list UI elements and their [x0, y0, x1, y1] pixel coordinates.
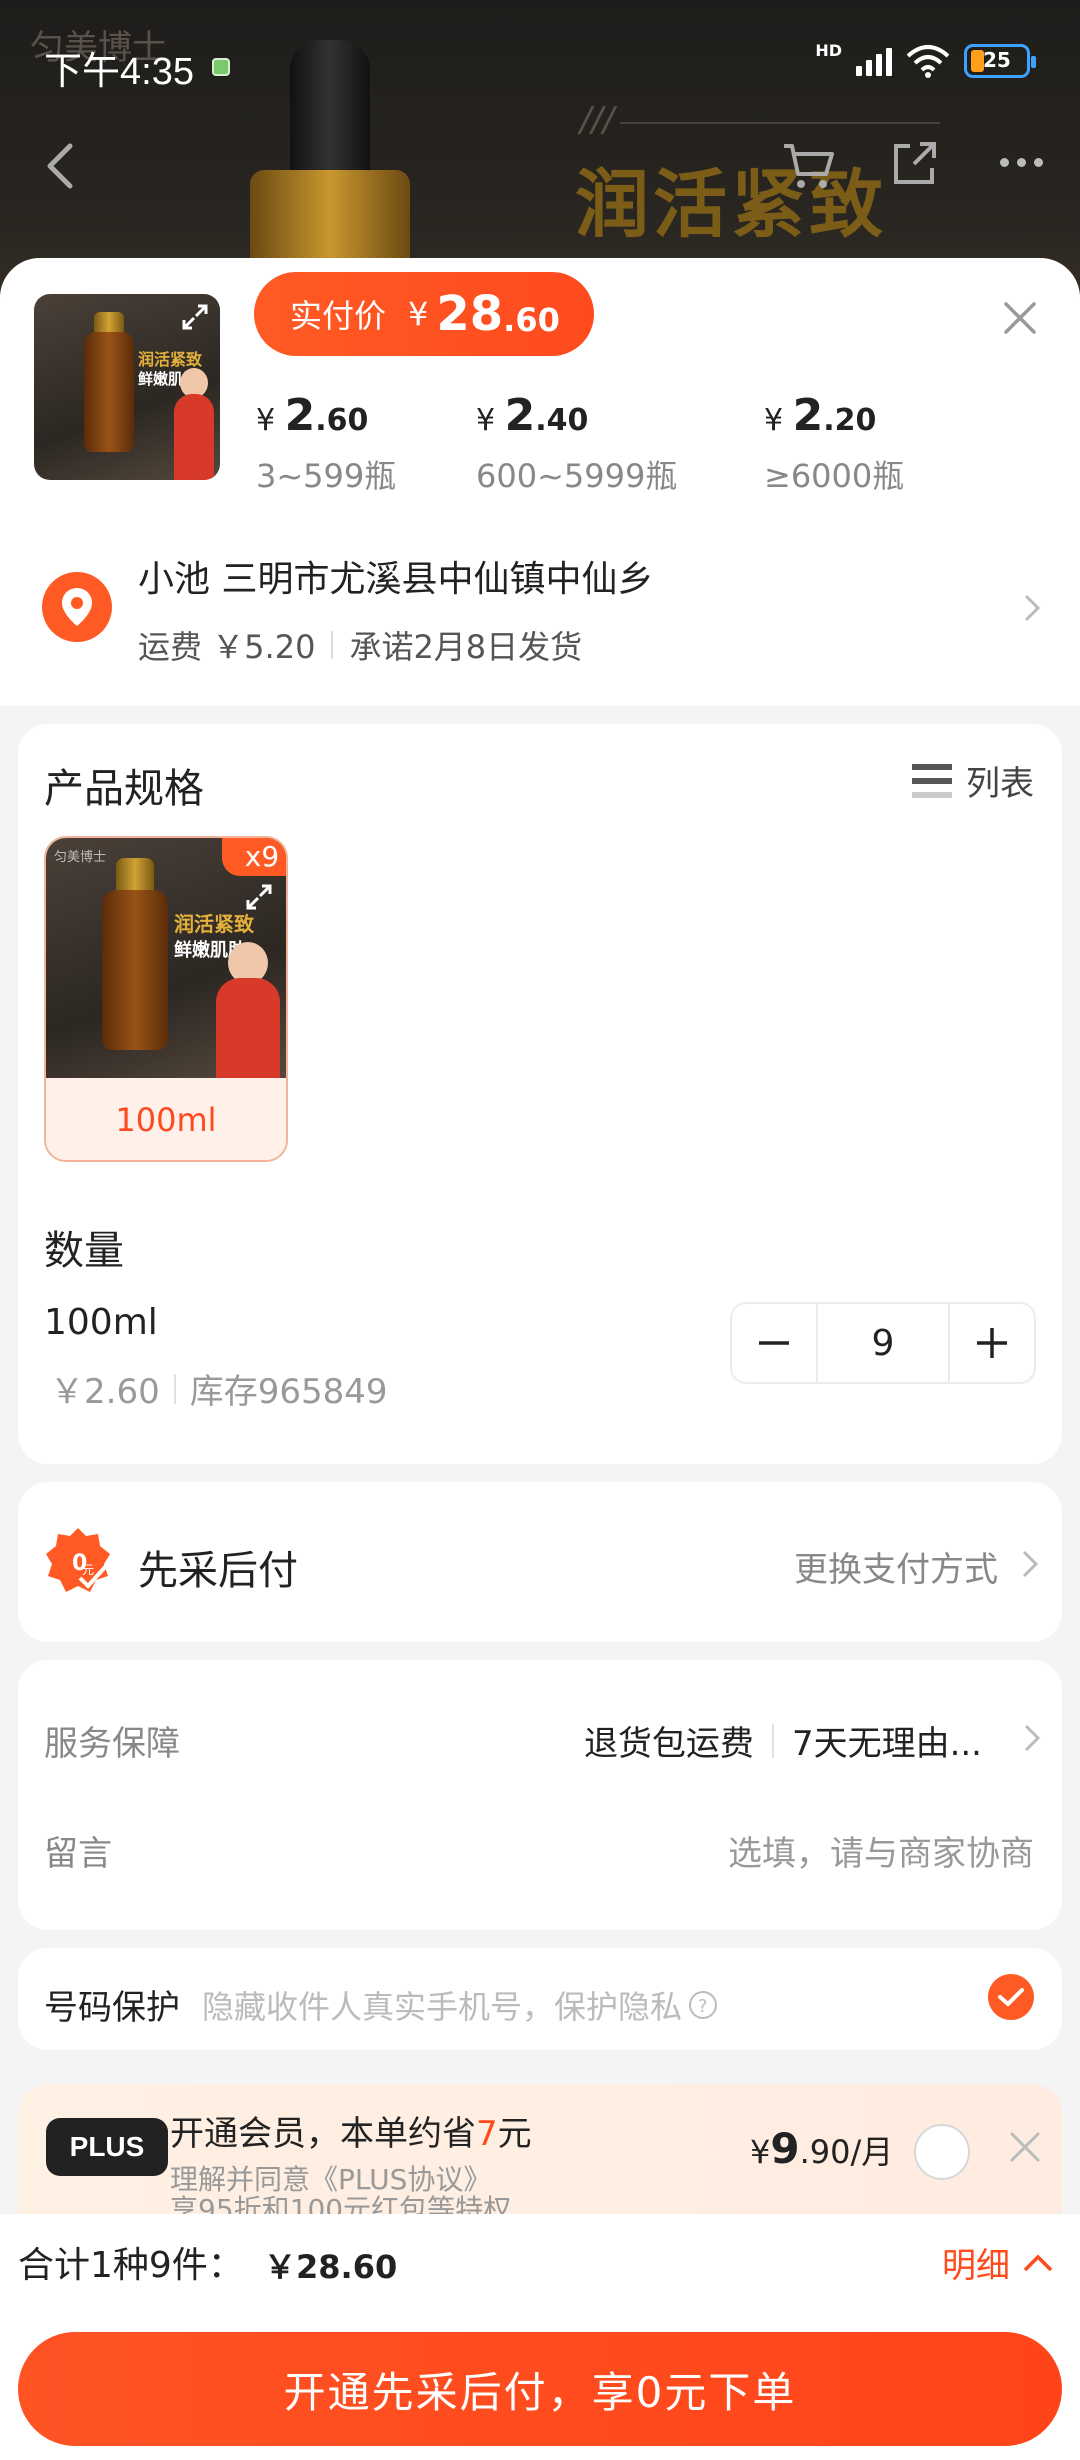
service-card: 服务保障 退货包运费 7天无理由... 留言 选填，请与商家协商 — [18, 1660, 1062, 1930]
privacy-card: 号码保护 隐藏收件人真实手机号，保护隐私 ? — [18, 1948, 1062, 2050]
paid-price-integer: 28 — [436, 286, 504, 342]
decrease-button[interactable] — [732, 1304, 816, 1382]
plus-icon — [977, 1328, 1007, 1358]
plus-select-radio[interactable] — [914, 2124, 970, 2180]
price-tier-range: ≥6000瓶 — [764, 457, 905, 495]
shipping-fee: 运费 ￥5.20 — [138, 628, 316, 666]
privacy-checkbox[interactable] — [988, 1974, 1034, 2020]
price-header: 润活紧致 鲜嫩肌肤 实付价 ¥ 28 .60 ¥ 2.60 3~599瓶 ¥ 2… — [0, 258, 1080, 510]
stock-count: 库存965849 — [189, 1372, 388, 1412]
message-label: 留言 — [44, 1834, 112, 1874]
svg-text:元: 元 — [82, 1563, 94, 1577]
total-label: 合计1种9件： — [18, 2245, 244, 2286]
plus-membership-card: PLUS 开通会员，本单约省7元 理解并同意《PLUS协议》 享95折和100元… — [18, 2084, 1062, 2226]
price-tier: ¥ 2.40 600~5999瓶 — [476, 390, 678, 495]
location-pin-icon — [42, 572, 112, 642]
price-tier-range: 3~599瓶 — [256, 457, 397, 495]
list-view-button[interactable]: 列表 — [912, 756, 1034, 805]
plus-price: ¥9.90/月 — [750, 2124, 894, 2173]
share-icon[interactable] — [888, 138, 940, 190]
status-time: 下午4:35 — [44, 51, 194, 93]
price-detail-label: 明细 — [942, 2246, 1010, 2286]
spec-option-100ml[interactable]: 匀美博士 润活紧致 鲜嫩肌肤 x9 100ml — [44, 836, 288, 1162]
price-tier: ¥ 2.60 3~599瓶 — [256, 390, 397, 495]
question-icon[interactable]: ? — [688, 1990, 718, 2020]
battery-icon: 25 — [964, 44, 1036, 78]
ship-promise: 承诺2月8日发货 — [349, 628, 583, 666]
close-icon[interactable] — [1008, 2130, 1042, 2164]
increase-button[interactable] — [950, 1304, 1034, 1382]
paid-price-decimal: .60 — [503, 301, 560, 339]
wifi-icon — [906, 45, 950, 78]
close-icon[interactable] — [1000, 298, 1040, 338]
svg-text:?: ? — [698, 1996, 708, 2017]
quantity-title: 数量 — [44, 1228, 124, 1274]
privacy-label: 号码保护 — [44, 1988, 180, 2028]
spec-title: 产品规格 — [44, 766, 204, 812]
minus-icon — [759, 1341, 789, 1345]
total-price: ￥28.60 — [264, 2248, 398, 2286]
plus-title: 开通会员，本单约省7元 — [170, 2114, 532, 2154]
address-row[interactable]: 小池 三明市尤溪县中仙镇中仙乡 运费 ￥5.20 承诺2月8日发货 — [0, 510, 1080, 706]
quantity-input[interactable]: 9 — [816, 1304, 950, 1382]
notification-icon — [212, 58, 230, 76]
expand-icon[interactable] — [178, 300, 212, 334]
check-icon — [998, 1988, 1024, 2007]
battery-level: 25 — [983, 48, 1011, 72]
spec-quantity-badge: x9 — [222, 838, 286, 876]
status-bar: 下午4:35 HD 25 — [0, 0, 1080, 130]
list-view-label: 列表 — [966, 764, 1034, 804]
status-icons: HD 25 — [815, 41, 1036, 78]
price-tier: ¥ 2.20 ≥6000瓶 — [764, 390, 905, 495]
order-bottom-sheet: 润活紧致 鲜嫩肌肤 实付价 ¥ 28 .60 ¥ 2.60 3~599瓶 ¥ 2… — [0, 258, 1080, 2460]
submit-order-button[interactable]: 开通先采后付，享0元下单 — [18, 2332, 1062, 2446]
quantity-variant: 100ml — [44, 1302, 158, 1343]
change-payment-link[interactable]: 更换支付方式 — [794, 1542, 998, 1591]
price-detail-toggle[interactable]: 明细 — [942, 2238, 1054, 2287]
hd-icon: HD — [815, 41, 842, 60]
pay-later-title: 先采后付 — [138, 1548, 298, 1594]
privacy-description: 隐藏收件人真实手机号，保护隐私 ? — [202, 1982, 718, 2028]
service-tag: 退货包运费 — [583, 1724, 754, 1764]
quantity-meta: ￥2.60 库存965849 — [50, 1364, 388, 1413]
paid-price-currency: ¥ — [408, 295, 429, 333]
plus-logo: PLUS — [46, 2118, 168, 2176]
paid-price-label: 实付价 — [290, 297, 387, 335]
chevron-up-icon — [1023, 2254, 1053, 2271]
service-tag: 7天无理由... — [791, 1724, 982, 1764]
address-text: 小池 三明市尤溪县中仙镇中仙乡 — [138, 559, 654, 600]
price-tier-range: 600~5999瓶 — [476, 457, 678, 495]
spec-option-label: 100ml — [46, 1078, 286, 1160]
product-thumbnail[interactable]: 润活紧致 鲜嫩肌肤 — [34, 294, 220, 480]
spec-card: 产品规格 列表 匀美博士 润活紧致 鲜嫩肌肤 x9 100ml 数量 100ml… — [18, 724, 1062, 1464]
more-icon[interactable] — [1000, 158, 1043, 167]
chevron-right-icon — [1024, 1724, 1041, 1752]
list-icon — [912, 763, 952, 798]
shipping-info: 运费 ￥5.20 承诺2月8日发货 — [138, 622, 582, 668]
unit-price: ￥2.60 — [50, 1372, 160, 1412]
payment-method-card[interactable]: 0 元 先采后付 更换支付方式 — [18, 1482, 1062, 1642]
pay-later-badge-icon: 0 元 — [46, 1528, 110, 1592]
order-footer: 合计1种9件： ￥28.60 明细 开通先采后付，享0元下单 — [0, 2214, 1080, 2460]
back-arrow-icon[interactable] — [40, 136, 80, 196]
cell-signal-icon — [856, 46, 892, 76]
background-nav-bar — [0, 120, 1080, 210]
message-input[interactable]: 选填，请与商家协商 — [728, 1826, 1034, 1875]
paid-price-pill: 实付价 ¥ 28 .60 — [254, 272, 594, 356]
chevron-right-icon — [1022, 1550, 1039, 1578]
service-tags[interactable]: 退货包运费 7天无理由... — [584, 1716, 982, 1765]
expand-icon[interactable] — [242, 880, 276, 914]
service-label: 服务保障 — [44, 1724, 180, 1764]
quantity-stepper: 9 — [730, 1302, 1036, 1384]
cart-icon[interactable] — [780, 140, 836, 192]
chevron-right-icon — [1024, 594, 1041, 622]
